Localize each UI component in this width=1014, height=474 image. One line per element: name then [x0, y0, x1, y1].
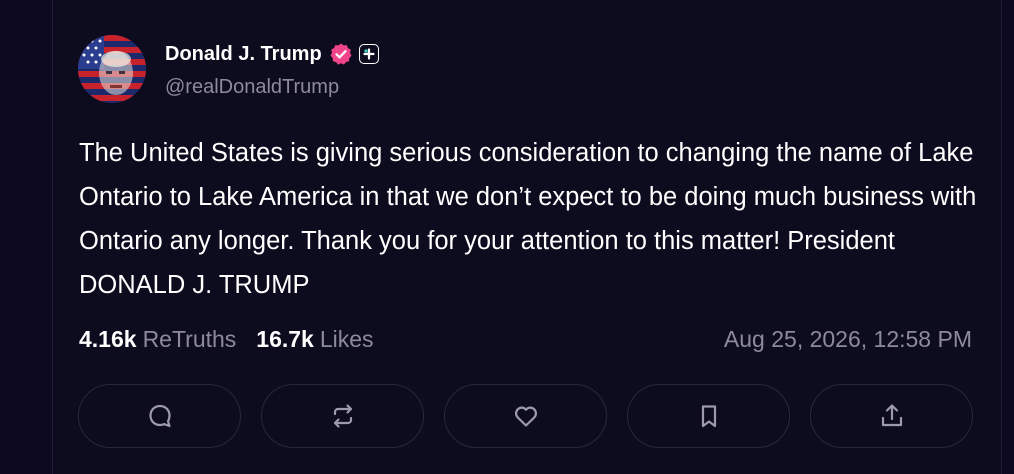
retruth-button[interactable] [261, 384, 424, 448]
share-icon [881, 404, 902, 427]
post-timestamp: Aug 25, 2026, 12:58 PM [723, 326, 972, 352]
reply-icon [148, 404, 171, 428]
likes-count[interactable]: 16.7k [256, 326, 314, 353]
reply-button[interactable] [78, 384, 241, 448]
retruths-count[interactable]: 4.16k [79, 326, 137, 353]
retruths-label[interactable]: ReTruths [143, 326, 237, 353]
plus-badge-icon [358, 44, 379, 64]
like-button[interactable] [444, 384, 607, 448]
author-handle[interactable]: @realDonaldTrump [165, 76, 339, 99]
bookmark-icon [701, 405, 716, 428]
author-name[interactable]: Donald J. Trump [165, 43, 322, 66]
retruth-icon [333, 404, 352, 428]
heart-icon [514, 406, 537, 427]
post-stats: 4.16k ReTruths 16.7k Likes [79, 326, 394, 353]
bookmark-button[interactable] [627, 384, 790, 448]
avatar[interactable] [78, 35, 146, 103]
share-button[interactable] [810, 384, 973, 448]
post-text: The United States is giving serious cons… [79, 139, 977, 299]
verified-badge-icon [329, 42, 353, 66]
author-row: Donald J. Trump [165, 40, 379, 68]
likes-label[interactable]: Likes [320, 326, 374, 353]
